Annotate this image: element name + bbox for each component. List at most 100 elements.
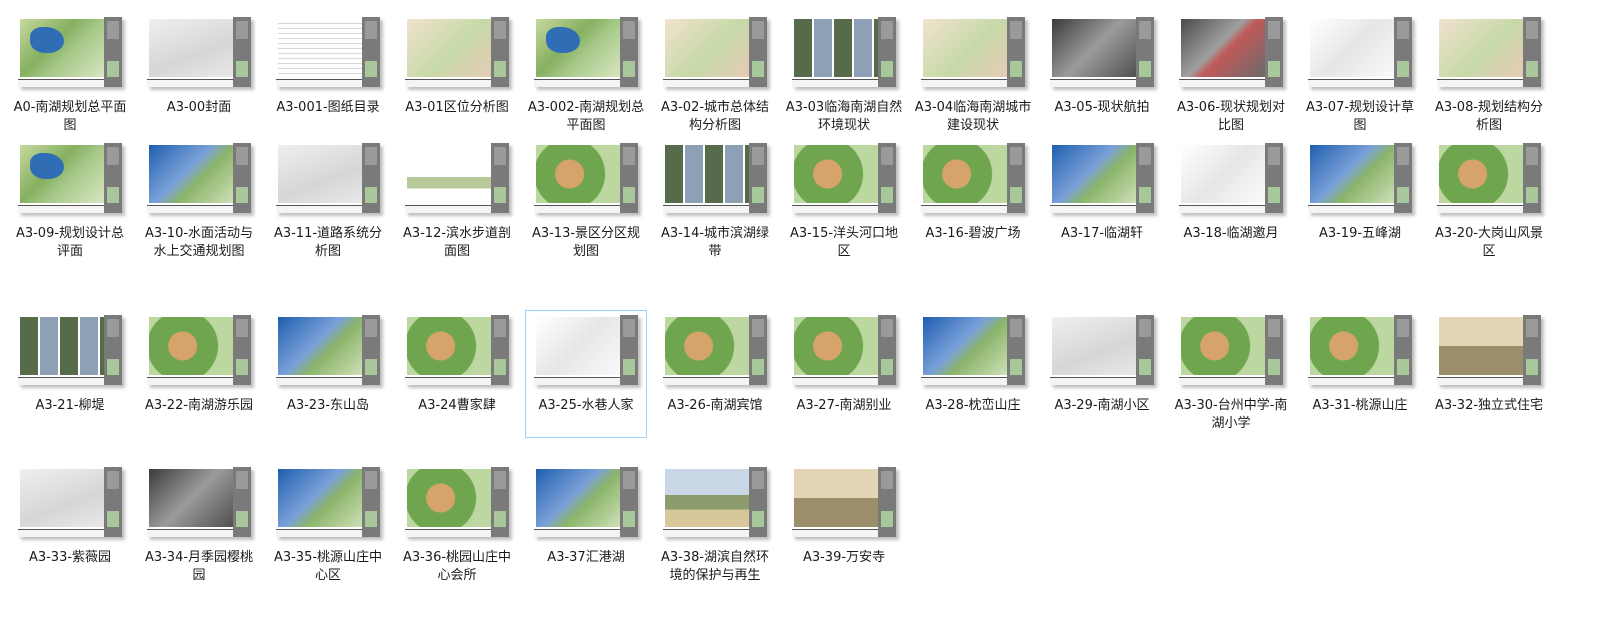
file-item[interactable]: A3-13-景区分区规划图 <box>525 138 647 266</box>
thumbnail-title-strip <box>1050 205 1136 213</box>
file-item[interactable]: A3-11-道路系统分析图 <box>267 138 389 266</box>
thumbnail-title-strip <box>1437 79 1523 87</box>
thumbnail-image <box>794 469 878 527</box>
thumbnail-image <box>794 145 878 203</box>
file-item[interactable]: A3-36-桃园山庄中心会所 <box>396 462 518 590</box>
file-item[interactable]: A3-20-大岗山风景区 <box>1428 138 1550 266</box>
file-item[interactable]: A3-07-规划设计草图 <box>1299 12 1421 140</box>
file-item[interactable]: A3-19-五峰湖 <box>1299 138 1421 266</box>
thumbnail-title-strip <box>276 529 362 537</box>
file-item[interactable]: A3-06-现状规划对比图 <box>1170 12 1292 140</box>
thumbnail-image <box>149 317 233 375</box>
thumbnail-side-bar <box>1523 17 1541 87</box>
file-item[interactable]: A3-17-临湖轩 <box>1041 138 1163 266</box>
thumbnail-title-strip <box>1179 205 1265 213</box>
file-name: A3-33-紫薇园 <box>28 550 112 565</box>
file-thumbnail <box>18 143 122 213</box>
file-name: A0-南湖规划总平面图 <box>13 100 127 133</box>
file-thumbnail <box>534 467 638 537</box>
file-item[interactable]: A3-14-城市滨湖绿带 <box>654 138 776 266</box>
file-name: A3-25-水巷人家 <box>538 398 634 413</box>
thumbnail-title-strip <box>921 205 1007 213</box>
file-name: A3-28-枕峦山庄 <box>925 398 1021 413</box>
file-item[interactable]: A3-08-规划结构分析图 <box>1428 12 1550 140</box>
thumbnail-side-bar <box>1265 315 1283 385</box>
file-item[interactable]: A3-03临海南湖自然环境现状 <box>783 12 905 140</box>
file-thumbnail <box>534 143 638 213</box>
thumbnail-image <box>665 19 749 77</box>
file-item[interactable]: A3-38-湖滨自然环境的保护与再生 <box>654 462 776 608</box>
thumbnail-title-strip <box>276 205 362 213</box>
thumbnail-title-strip <box>405 529 491 537</box>
file-name: A3-20-大岗山风景区 <box>1434 226 1544 259</box>
file-item[interactable]: A3-18-临湖邀月 <box>1170 138 1292 266</box>
file-item[interactable]: A3-21-柳堤 <box>9 310 131 420</box>
file-name: A3-17-临湖轩 <box>1060 226 1144 241</box>
file-item[interactable]: A3-00封面 <box>138 12 260 122</box>
file-item[interactable]: A3-16-碧波广场 <box>912 138 1034 266</box>
thumbnail-title-strip <box>18 79 104 87</box>
thumbnail-title-strip <box>921 79 1007 87</box>
file-item[interactable]: A3-002-南湖规划总平面图 <box>525 12 647 140</box>
file-thumbnail <box>1308 17 1412 87</box>
file-name: A3-04临海南湖城市建设现状 <box>914 100 1032 133</box>
file-name: A3-02-城市总体结构分析图 <box>660 100 770 133</box>
file-thumbnail <box>663 315 767 385</box>
file-item[interactable]: A3-33-紫薇园 <box>9 462 131 590</box>
thumbnail-image <box>665 469 749 527</box>
file-item[interactable]: A3-24曹家肆 <box>396 310 518 420</box>
thumbnail-side-bar <box>620 143 638 213</box>
thumbnail-title-strip <box>1179 377 1265 385</box>
file-item[interactable]: A3-34-月季园樱桃园 <box>138 462 260 590</box>
file-item[interactable]: A3-27-南湖别业 <box>783 310 905 438</box>
file-item[interactable]: A3-12-滨水步道剖面图 <box>396 138 518 266</box>
file-name: A3-06-现状规划对比图 <box>1176 100 1286 133</box>
file-item[interactable]: A3-001-图纸目录 <box>267 12 389 140</box>
file-name: A3-32-独立式住宅 <box>1434 398 1544 413</box>
thumbnail-title-strip <box>663 377 749 385</box>
thumbnail-image <box>20 317 104 375</box>
file-thumbnail <box>663 143 767 213</box>
thumbnail-image <box>536 145 620 203</box>
file-item[interactable]: A3-31-桃源山庄 <box>1299 310 1421 438</box>
thumbnail-title-strip <box>792 377 878 385</box>
file-thumbnail <box>1050 17 1154 87</box>
file-item[interactable]: A3-10-水面活动与水上交通规划图 <box>138 138 260 284</box>
thumbnail-image <box>407 469 491 527</box>
thumbnail-image <box>794 19 878 77</box>
file-item[interactable]: A3-02-城市总体结构分析图 <box>654 12 776 140</box>
file-item[interactable]: A3-32-独立式住宅 <box>1428 310 1550 438</box>
file-item[interactable]: A3-30-台州中学-南湖小学 <box>1170 310 1292 438</box>
file-name: A3-12-滨水步道剖面图 <box>402 226 512 259</box>
file-item[interactable]: A3-25-水巷人家 <box>525 310 647 438</box>
thumbnail-side-bar <box>878 143 896 213</box>
thumbnail-image <box>1052 317 1136 375</box>
file-thumbnail <box>18 467 122 537</box>
file-item[interactable]: A3-35-桃源山庄中心区 <box>267 462 389 590</box>
thumbnail-side-bar <box>104 467 122 537</box>
file-item[interactable]: A3-09-规划设计总评面 <box>9 138 131 266</box>
file-item[interactable]: A3-39-万安寺 <box>783 462 905 590</box>
file-item[interactable]: A3-01区位分析图 <box>396 12 518 140</box>
thumbnail-image <box>1439 317 1523 375</box>
thumbnail-image <box>407 145 491 203</box>
thumbnail-side-bar <box>620 17 638 87</box>
thumbnail-side-bar <box>233 467 251 537</box>
file-item[interactable]: A3-15-洋头河口地区 <box>783 138 905 266</box>
file-name: A3-002-南湖规划总平面图 <box>527 100 645 133</box>
thumbnail-image <box>536 19 620 77</box>
file-item[interactable]: A0-南湖规划总平面图 <box>9 12 131 140</box>
file-item[interactable]: A3-37汇港湖 <box>525 462 647 572</box>
file-item[interactable]: A3-26-南湖宾馆 <box>654 310 776 438</box>
file-item[interactable]: A3-29-南湖小区 <box>1041 310 1163 438</box>
file-item[interactable]: A3-23-东山岛 <box>267 310 389 438</box>
file-name: A3-36-桃园山庄中心会所 <box>402 550 512 583</box>
file-thumbnail <box>1308 143 1412 213</box>
file-item[interactable]: A3-04临海南湖城市建设现状 <box>912 12 1034 140</box>
file-item[interactable]: A3-22-南湖游乐园 <box>138 310 260 438</box>
file-name: A3-35-桃源山庄中心区 <box>273 550 383 583</box>
file-item[interactable]: A3-05-现状航拍 <box>1041 12 1163 140</box>
thumbnail-title-strip <box>405 377 491 385</box>
thumbnail-image <box>1181 145 1265 203</box>
file-item[interactable]: A3-28-枕峦山庄 <box>912 310 1034 438</box>
